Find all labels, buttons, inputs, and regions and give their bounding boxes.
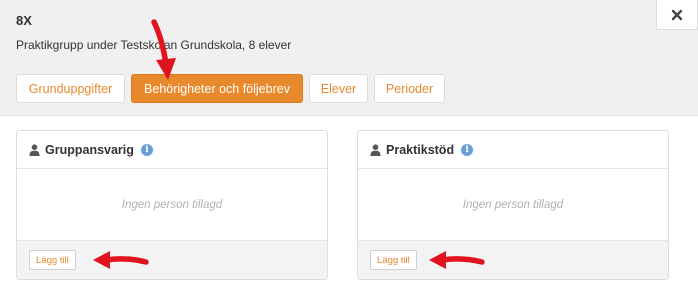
- tab-behorigheter[interactable]: Behörigheter och följebrev: [131, 74, 303, 103]
- panel-gruppansvarig: Gruppansvarig i Ingen person tillagd Läg…: [16, 130, 328, 280]
- panel-body: Ingen person tillagd: [358, 169, 668, 241]
- user-icon: [370, 143, 381, 156]
- panel-header: Gruppansvarig i: [17, 131, 327, 169]
- add-person-button[interactable]: Lägg till: [370, 250, 417, 270]
- panel-title: Gruppansvarig: [45, 142, 134, 157]
- info-icon[interactable]: i: [461, 143, 474, 156]
- close-icon: [671, 9, 683, 20]
- tab-bar: Grunduppgifter Behörigheter och följebre…: [16, 74, 445, 103]
- panel-praktikstod: Praktikstöd i Ingen person tillagd Lägg …: [357, 130, 669, 280]
- empty-state-text: Ingen person tillagd: [121, 199, 223, 211]
- add-person-button[interactable]: Lägg till: [29, 250, 76, 270]
- modal-header: 8X Praktikgrupp under Testskolan Grundsk…: [0, 0, 698, 116]
- panel-body: Ingen person tillagd: [17, 169, 327, 241]
- info-icon[interactable]: i: [140, 143, 153, 156]
- tab-elever[interactable]: Elever: [309, 74, 368, 103]
- user-icon: [29, 143, 40, 156]
- close-button[interactable]: [656, 0, 698, 30]
- group-title: 8X: [16, 13, 32, 28]
- group-subtitle: Praktikgrupp under Testskolan Grundskola…: [16, 38, 292, 52]
- empty-state-text: Ingen person tillagd: [462, 199, 564, 211]
- panel-footer: Lägg till: [358, 240, 668, 279]
- panel-header: Praktikstöd i: [358, 131, 668, 169]
- tab-grunduppgifter[interactable]: Grunduppgifter: [16, 74, 125, 103]
- panel-footer: Lägg till: [17, 240, 327, 279]
- panel-title: Praktikstöd: [386, 142, 455, 157]
- tab-perioder[interactable]: Perioder: [374, 74, 445, 103]
